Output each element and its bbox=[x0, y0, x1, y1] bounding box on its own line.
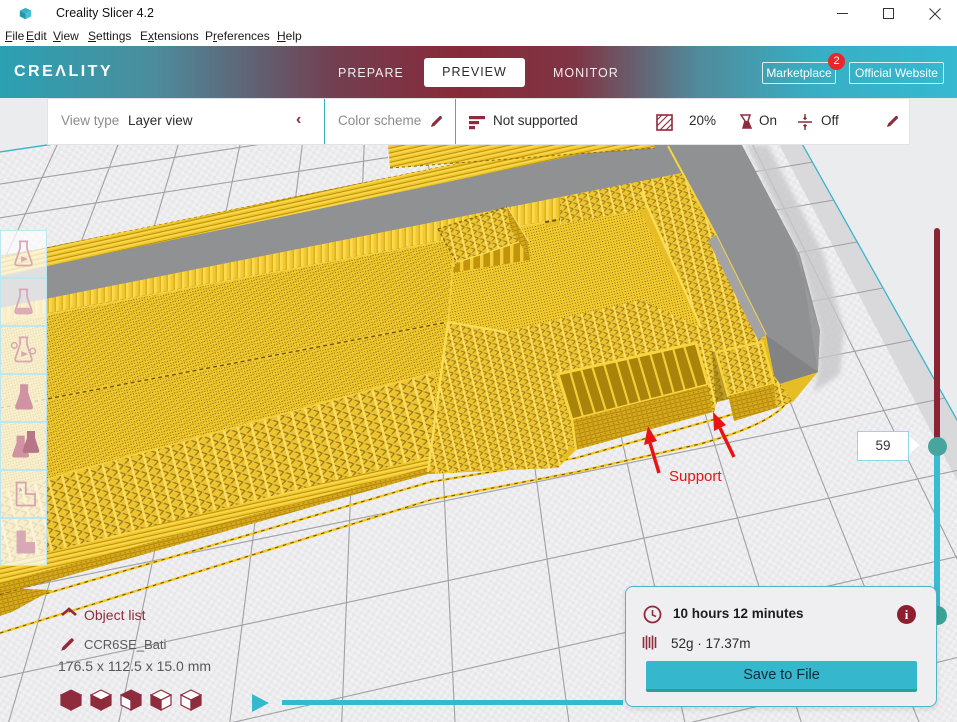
svg-text:Support: Support bbox=[669, 468, 722, 485]
